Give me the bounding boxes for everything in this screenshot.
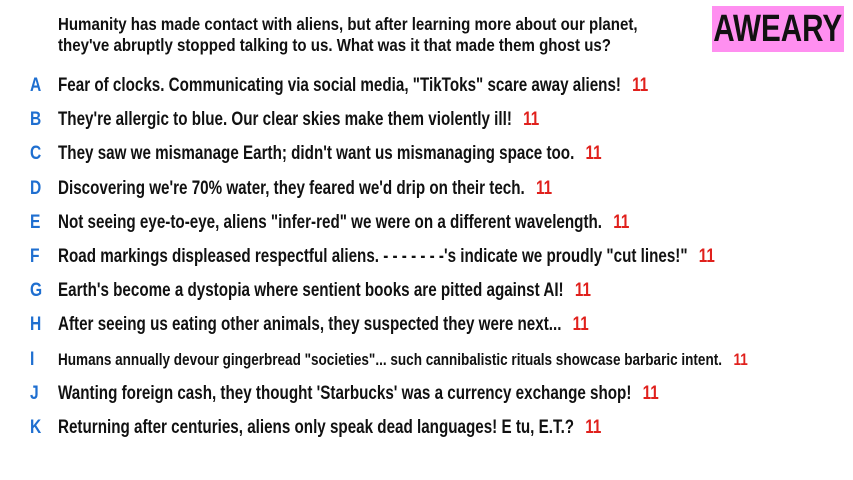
answer-text: Not seeing eye-to-eye, aliens "infer-red…: [58, 211, 603, 233]
answer-text: After seeing us eating other animals, th…: [58, 314, 562, 336]
answer-letter: E: [30, 211, 41, 233]
answer-letter: H: [30, 314, 42, 336]
answer-letter: B: [30, 109, 42, 131]
answer-text: Discovering we're 70% water, they feared…: [58, 177, 525, 199]
prompt-line-2: they've abruptly stopped talking to us. …: [58, 35, 611, 55]
answer-list: A Fear of clocks. Communicating via soci…: [0, 71, 853, 447]
vote-count: 11: [585, 143, 602, 165]
answer-row-b: B They're allergic to blue. Our clear sk…: [0, 105, 853, 139]
vote-count: 11: [572, 314, 589, 336]
answer-text: Fear of clocks. Communicating via social…: [58, 75, 621, 96]
answer-row-k: K Returning after centuries, aliens only…: [0, 413, 853, 447]
answer-text: Earth's become a dystopia where sentient…: [58, 280, 564, 302]
vote-count: 11: [585, 416, 602, 438]
vote-count: 11: [574, 280, 591, 302]
answer-row-i: I Humans annually devour gingerbread "so…: [0, 345, 853, 379]
vote-count: 11: [642, 382, 659, 404]
answer-row-j: J Wanting foreign cash, they thought 'St…: [0, 379, 853, 413]
prompt-text: Humanity has made contact with aliens, b…: [58, 14, 638, 56]
answer-letter: J: [30, 382, 39, 404]
answer-text: They're allergic to blue. Our clear skie…: [58, 109, 512, 131]
answer-letter: D: [30, 177, 42, 199]
vote-count: 11: [733, 350, 748, 369]
answer-row-c: C They saw we mismanage Earth; didn't wa…: [0, 139, 853, 173]
answer-letter: I: [30, 348, 35, 370]
answer-text: They saw we mismanage Earth; didn't want…: [58, 143, 575, 165]
vote-count: 11: [632, 75, 649, 96]
answer-text: Humans annually devour gingerbread "soci…: [58, 350, 722, 369]
answer-letter: G: [30, 280, 43, 302]
logo-text: AWEARY: [713, 8, 843, 50]
answer-row-g: G Earth's become a dystopia where sentie…: [0, 276, 853, 310]
answer-letter: A: [30, 75, 42, 96]
answer-text: Returning after centuries, aliens only s…: [58, 416, 575, 438]
answer-row-f: F Road markings displeased respectful al…: [0, 242, 853, 276]
answer-row-d: D Discovering we're 70% water, they fear…: [0, 174, 853, 208]
vote-count: 11: [698, 245, 715, 267]
answer-row-e: E Not seeing eye-to-eye, aliens "infer-r…: [0, 208, 853, 242]
answer-row-h: H After seeing us eating other animals, …: [0, 310, 853, 344]
vote-count: 11: [535, 177, 553, 199]
answer-text: Wanting foreign cash, they thought 'Star…: [58, 382, 632, 404]
answer-letter: C: [30, 143, 42, 165]
vote-count: 11: [523, 109, 540, 131]
aweary-logo: AWEARY: [712, 6, 844, 52]
answer-text: Road markings displeased respectful alie…: [58, 245, 688, 267]
prompt-line-1: Humanity has made contact with aliens, b…: [58, 14, 638, 34]
answer-row-a: A Fear of clocks. Communicating via soci…: [0, 71, 853, 105]
vote-count: 11: [613, 211, 630, 233]
answer-letter: K: [30, 416, 42, 438]
answer-letter: F: [30, 245, 40, 267]
